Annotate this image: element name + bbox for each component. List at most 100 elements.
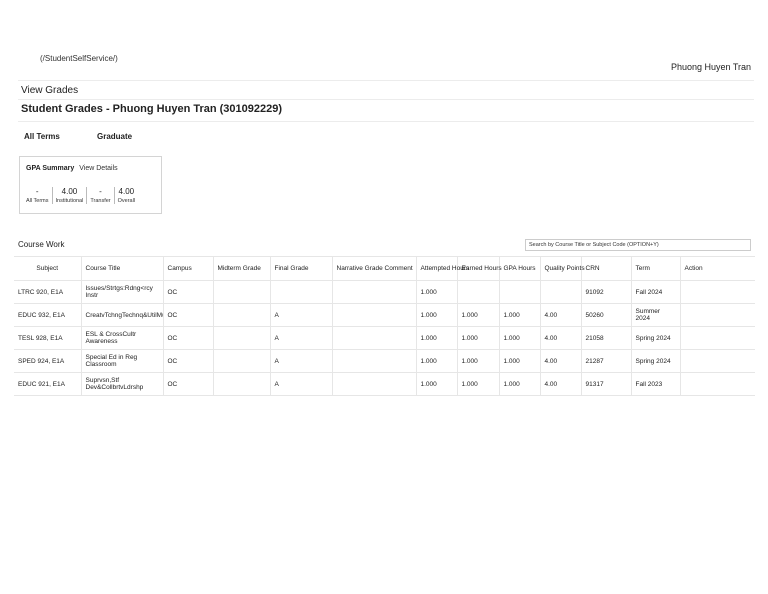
cell-attempted-hours: 1.000 (416, 349, 458, 373)
gpa-label: Transfer (90, 198, 111, 204)
cell-quality-points: 4.00 (540, 372, 582, 396)
gpa-summary-header: GPA Summary View Details (26, 165, 118, 172)
gpa-value: - (99, 187, 102, 196)
col-quality-points[interactable]: Quality Points (540, 256, 585, 281)
cell-crn: 91317 (581, 372, 632, 396)
gpa-summary-title: GPA Summary (26, 165, 75, 172)
user-name[interactable]: Phuong Huyen Tran (671, 62, 751, 72)
cell-term: Fall 2024 (631, 280, 681, 304)
cell-final-grade: A (270, 372, 333, 396)
col-subject[interactable]: Subject (14, 256, 82, 281)
cell-narrative-comment (332, 326, 417, 350)
cell-course-title: Special Ed in Reg Classroom (81, 349, 164, 373)
cell-gpa-hours: 1.000 (499, 303, 541, 327)
view-details-link[interactable]: View Details (79, 165, 117, 172)
gpa-value: 4.00 (118, 187, 135, 196)
col-term[interactable]: Term (631, 256, 681, 281)
breadcrumb: View Grades (21, 85, 79, 96)
cell-final-grade: A (270, 303, 333, 327)
gpa-label: Institutional (55, 198, 84, 204)
cell-attempted-hours: 1.000 (416, 280, 458, 304)
cell-subject: TESL 928, E1A (14, 326, 82, 350)
table-row: TESL 928, E1A ESL & CrossCultr Awareness… (14, 326, 755, 350)
cell-subject: LTRC 920, E1A (14, 280, 82, 304)
cell-action (680, 349, 755, 373)
col-earned-hours[interactable]: Earned Hours (457, 256, 502, 281)
divider (18, 121, 754, 122)
cell-gpa-hours: 1.000 (499, 349, 541, 373)
cell-earned-hours (457, 280, 500, 304)
cell-narrative-comment (332, 372, 417, 396)
col-narrative-comment[interactable]: Narrative Grade Comment (332, 256, 417, 281)
cell-quality-points: 4.00 (540, 326, 582, 350)
cell-gpa-hours (499, 280, 541, 304)
cell-crn: 21287 (581, 349, 632, 373)
cell-quality-points (540, 280, 582, 304)
cell-narrative-comment (332, 349, 417, 373)
tab-graduate[interactable]: Graduate (97, 132, 132, 141)
table-row: EDUC 932, E1A CreatvTchngTechnq&UtilMult… (14, 303, 755, 327)
cell-campus: OC (163, 372, 214, 396)
cell-campus: OC (163, 349, 214, 373)
cell-course-title: ESL & CrossCultr Awareness (81, 326, 164, 350)
page-title: Student Grades - Phuong Huyen Tran (3010… (21, 103, 283, 115)
cell-subject: EDUC 932, E1A (14, 303, 82, 327)
col-attempted-hours[interactable]: Attempted Hours (416, 256, 469, 281)
gpa-label: All Terms (26, 198, 49, 204)
gpa-value: 4.00 (61, 187, 78, 196)
cell-final-grade (270, 280, 333, 304)
cell-course-title: Issues/Strtgs:Rdng<rcy Instr (81, 280, 164, 304)
cell-final-grade: A (270, 349, 333, 373)
cell-earned-hours: 1.000 (457, 372, 500, 396)
table-row: LTRC 920, E1A Issues/Strtgs:Rdng<rcy Ins… (14, 280, 755, 304)
cell-action (680, 326, 755, 350)
col-gpa-hours[interactable]: GPA Hours (499, 256, 541, 281)
cell-action (680, 280, 755, 304)
gpa-label: Overall (117, 198, 136, 204)
cell-midterm-grade (213, 372, 271, 396)
cell-term: Spring 2024 (631, 349, 681, 373)
cell-attempted-hours: 1.000 (416, 303, 458, 327)
table-row: SPED 924, E1A Special Ed in Reg Classroo… (14, 349, 755, 373)
table-row: EDUC 921, E1A Suprvsn,Stf Dev&CollbrtvLd… (14, 372, 755, 396)
gpa-transfer: - Transfer (86, 187, 113, 204)
gpa-value: - (35, 187, 39, 196)
gpa-institutional: 4.00 Institutional (51, 187, 87, 204)
cell-crn: 50260 (581, 303, 632, 327)
cell-attempted-hours: 1.000 (416, 326, 458, 350)
col-final-grade[interactable]: Final Grade (270, 256, 333, 281)
cell-crn: 91092 (581, 280, 632, 304)
home-link[interactable]: (/StudentSelfService/) (40, 54, 118, 63)
cell-quality-points: 4.00 (540, 303, 582, 327)
cell-midterm-grade (213, 326, 271, 350)
col-campus[interactable]: Campus (163, 256, 214, 281)
gpa-values: - All Terms 4.00 Institutional - Transfe… (23, 187, 138, 204)
gpa-overall: 4.00 Overall (113, 187, 138, 204)
cell-midterm-grade (213, 280, 271, 304)
cell-earned-hours: 1.000 (457, 349, 500, 373)
gpa-all-terms: - All Terms (23, 187, 52, 204)
cell-gpa-hours: 1.000 (499, 326, 541, 350)
col-course-title[interactable]: Course Title (81, 256, 164, 281)
cell-course-title: CreatvTchngTechnq&UtilMultMed (81, 303, 164, 327)
cell-term: Summer 2024 (631, 303, 681, 327)
col-crn[interactable]: CRN (581, 256, 632, 281)
cell-attempted-hours: 1.000 (416, 372, 458, 396)
cell-subject: EDUC 921, E1A (14, 372, 82, 396)
tab-all-terms[interactable]: All Terms (24, 132, 60, 141)
course-search-input[interactable] (525, 239, 751, 251)
cell-campus: OC (163, 303, 214, 327)
cell-gpa-hours: 1.000 (499, 372, 541, 396)
cell-narrative-comment (332, 303, 417, 327)
cell-term: Spring 2024 (631, 326, 681, 350)
col-midterm-grade[interactable]: Midterm Grade (213, 256, 271, 281)
table-header-row: Subject Course Title Campus Midterm Grad… (14, 256, 755, 281)
cell-action (680, 303, 755, 327)
cell-campus: OC (163, 280, 214, 304)
cell-quality-points: 4.00 (540, 349, 582, 373)
cell-term: Fall 2023 (631, 372, 681, 396)
cell-earned-hours: 1.000 (457, 326, 500, 350)
cell-course-title: Suprvsn,Stf Dev&CollbrtvLdrshp (81, 372, 164, 396)
course-work-title: Course Work (18, 240, 65, 249)
cell-campus: OC (163, 326, 214, 350)
